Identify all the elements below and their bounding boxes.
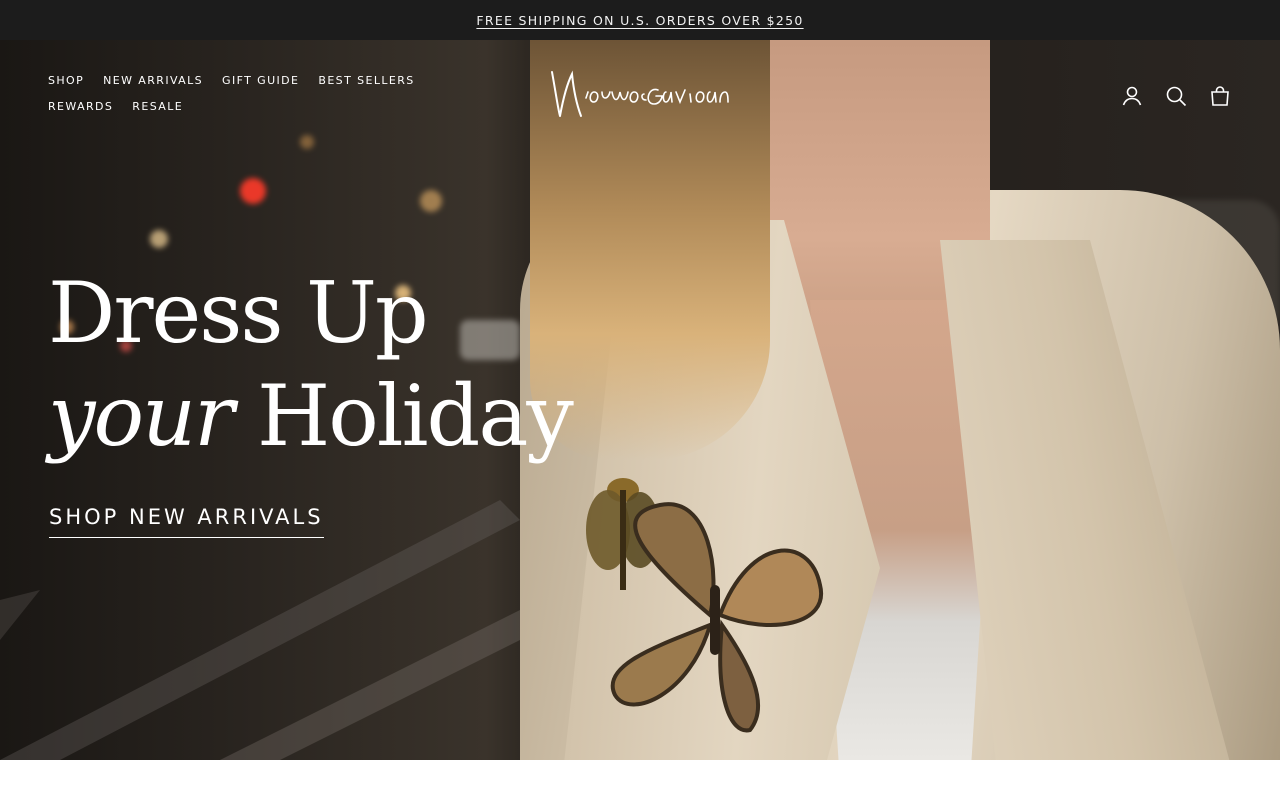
nav-best-sellers[interactable]: BEST SELLERS [318, 74, 414, 88]
account-icon[interactable] [1120, 84, 1144, 108]
headline-word-holiday: Holiday [256, 367, 574, 465]
nav-new-arrivals[interactable]: NEW ARRIVALS [103, 74, 203, 88]
site-header: SHOP NEW ARRIVALS GIFT GUIDE BEST SELLER… [0, 40, 1280, 140]
brand-logo[interactable] [548, 64, 732, 122]
beaded-butterfly-brooch [610, 502, 824, 733]
shop-new-arrivals-button[interactable]: SHOP NEW ARRIVALS [49, 505, 324, 538]
nav-rewards[interactable]: REWARDS [48, 100, 113, 114]
bokeh-light [150, 230, 168, 248]
search-icon[interactable] [1164, 84, 1188, 108]
headline-line-2: your Holiday [48, 361, 574, 471]
main-nav: SHOP NEW ARRIVALS GIFT GUIDE BEST SELLER… [48, 74, 488, 114]
announcement-bar: FREE SHIPPING ON U.S. ORDERS OVER $250 [0, 0, 1280, 40]
nav-shop[interactable]: SHOP [48, 74, 84, 88]
bag-icon[interactable] [1208, 84, 1232, 108]
nav-gift-guide[interactable]: GIFT GUIDE [222, 74, 299, 88]
header-icons [1120, 84, 1232, 108]
nav-resale[interactable]: RESALE [132, 100, 183, 114]
bokeh-light [420, 190, 442, 212]
free-shipping-link[interactable]: FREE SHIPPING ON U.S. ORDERS OVER $250 [476, 13, 803, 28]
headline-line-1: Dress Up [48, 264, 429, 362]
crosswalk-lines [0, 500, 560, 760]
bokeh-light [240, 178, 266, 204]
hero-headline: Dress Up your Holiday [48, 264, 574, 471]
headline-italic-word: your [48, 367, 234, 465]
